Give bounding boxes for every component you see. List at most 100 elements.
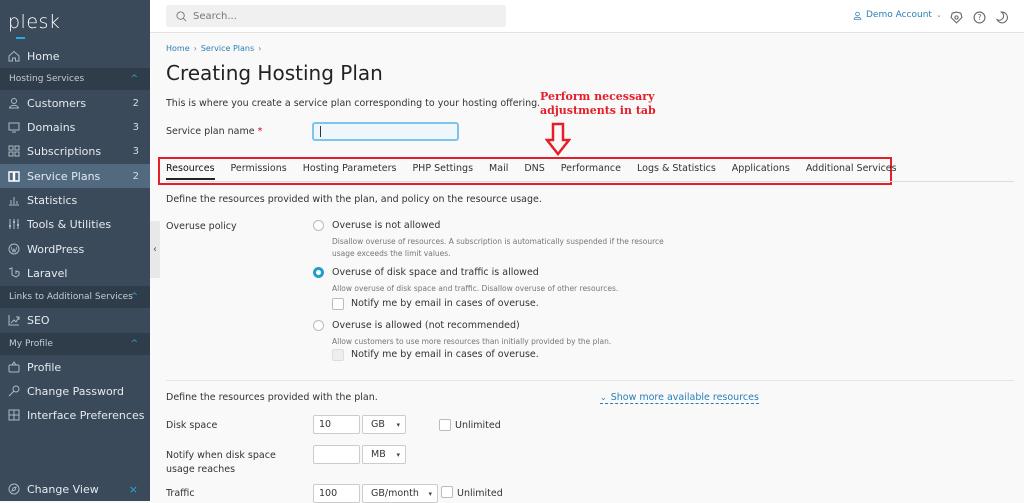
help-icon[interactable]: ? <box>973 9 986 24</box>
service-plan-name-input[interactable] <box>312 122 459 141</box>
tab-applications[interactable]: Applications <box>732 163 790 180</box>
count-badge: 2 <box>132 97 139 109</box>
option-label[interactable]: Overuse is not allowed <box>332 220 440 231</box>
sidebar-item-seo[interactable]: SEO <box>0 308 150 332</box>
notify-label: Notify me by email in cases of overuse. <box>351 349 539 360</box>
traffic-unit-select[interactable]: GB/month ▾ <box>362 484 438 503</box>
user-icon <box>853 11 862 20</box>
section-label: Links to Additional Services <box>9 292 133 302</box>
sidebar-item-profile[interactable]: Profile <box>0 355 150 379</box>
sidebar-item-laravel[interactable]: Laravel <box>0 261 150 285</box>
dark-mode-icon[interactable] <box>995 9 1009 24</box>
search-input[interactable]: Search... <box>166 5 506 27</box>
sliders-icon <box>8 218 20 230</box>
sidebar-item-wordpress[interactable]: WordPress <box>0 237 150 261</box>
radio-overuse-disk-traffic[interactable] <box>313 267 324 278</box>
account-name: Demo Account <box>866 10 932 20</box>
tab-bar: Resources Permissions Hosting Parameters… <box>166 163 913 180</box>
section-label: My Profile <box>9 339 53 349</box>
tab-mail[interactable]: Mail <box>489 163 508 180</box>
section-divider <box>166 380 1014 381</box>
unlimited-label: Unlimited <box>455 420 501 431</box>
seo-chart-icon <box>8 314 20 326</box>
notify-disk-unit-select[interactable]: MB ▾ <box>362 445 406 464</box>
laravel-icon <box>8 267 20 279</box>
sidebar-item-label: Profile <box>27 360 62 374</box>
change-view-button[interactable]: Change View × <box>0 477 150 501</box>
disk-space-input[interactable]: 10 <box>313 415 360 434</box>
sidebar-item-statistics[interactable]: Statistics <box>0 188 150 212</box>
tab-performance[interactable]: Performance <box>561 163 621 180</box>
section-links-additional[interactable]: Links to Additional Services ^ <box>0 286 150 308</box>
tab-additional-services[interactable]: Additional Services <box>806 163 897 180</box>
svg-text:?: ? <box>977 13 981 22</box>
user-icon <box>8 97 20 109</box>
plan-name-label: Service plan name * <box>166 126 263 137</box>
notify-disk-input[interactable] <box>313 445 360 464</box>
breadcrumb-home[interactable]: Home <box>166 44 190 53</box>
annotation-text: Perform necessary adjustments in tab <box>540 90 656 117</box>
disk-space-unit-select[interactable]: GB ▾ <box>362 415 406 434</box>
sidebar-item-tools-utilities[interactable]: Tools & Utilities <box>0 212 150 236</box>
chevron-down-icon: ▾ <box>396 450 400 459</box>
extensions-icon[interactable] <box>950 9 963 24</box>
compass-icon <box>8 483 20 495</box>
section-hosting-services[interactable]: Hosting Services ^ <box>0 68 150 90</box>
traffic-label: Traffic <box>166 488 195 499</box>
close-icon[interactable]: × <box>129 483 138 496</box>
tab-logs-statistics[interactable]: Logs & Statistics <box>637 163 716 180</box>
sidebar-collapse-handle[interactable]: ‹ <box>150 221 160 278</box>
sidebar-item-home[interactable]: Home <box>0 44 150 68</box>
grid-icon <box>8 145 20 157</box>
sidebar-item-customers[interactable]: Customers 2 <box>0 91 150 115</box>
option-label[interactable]: Overuse of disk space and traffic is all… <box>332 267 539 278</box>
section-my-profile[interactable]: My Profile ^ <box>0 333 150 355</box>
sidebar-item-label: Customers <box>27 96 87 110</box>
tab-php-settings[interactable]: PHP Settings <box>412 163 473 180</box>
chevron-up-icon: ^ <box>130 339 138 349</box>
breadcrumb-service-plans[interactable]: Service Plans <box>201 44 254 53</box>
tabs-divider <box>166 181 1014 182</box>
sidebar-item-change-password[interactable]: Change Password <box>0 379 150 403</box>
monitor-icon <box>8 121 20 133</box>
book-icon <box>8 170 20 182</box>
chevron-up-icon: ^ <box>130 74 138 84</box>
option-hint: Allow customers to use more resources th… <box>332 337 612 346</box>
notify-label: Notify me by email in cases of overuse. <box>351 298 539 309</box>
option-hint: Disallow overuse of resources. A subscri… <box>332 237 664 258</box>
radio-overuse-not-allowed[interactable] <box>313 220 324 231</box>
account-menu[interactable]: Demo Account ⌄ <box>853 10 942 20</box>
disk-space-label: Disk space <box>166 420 218 431</box>
count-badge: 2 <box>132 170 139 182</box>
traffic-unlimited-checkbox[interactable] <box>441 486 453 498</box>
sidebar-item-interface-preferences[interactable]: Interface Preferences <box>0 403 150 427</box>
search-placeholder: Search... <box>193 10 237 22</box>
notify-overuse-checkbox[interactable] <box>332 298 344 310</box>
section-label: Hosting Services <box>9 74 85 84</box>
annotation-arrow-icon <box>545 122 571 156</box>
tab-permissions[interactable]: Permissions <box>231 163 287 180</box>
tab-resources[interactable]: Resources <box>166 163 215 180</box>
radio-overuse-allowed[interactable] <box>313 320 324 331</box>
traffic-input[interactable]: 100 <box>313 484 360 503</box>
chevron-left-icon: ‹ <box>153 244 157 255</box>
resources-description: Define the resources provided with the p… <box>166 194 542 205</box>
preferences-icon <box>8 409 20 421</box>
sidebar-item-domains[interactable]: Domains 3 <box>0 115 150 139</box>
topbar: Search... Demo Account ⌄ ? <box>150 0 1024 33</box>
plesk-logo[interactable]: plesk <box>8 11 60 39</box>
disk-space-unlimited-checkbox[interactable] <box>439 419 451 431</box>
notify-disk-label: Notify when disk space usage reaches <box>166 450 276 475</box>
sidebar-item-subscriptions[interactable]: Subscriptions 3 <box>0 139 150 163</box>
key-icon <box>8 385 20 397</box>
search-icon <box>176 10 187 21</box>
option-label[interactable]: Overuse is allowed (not recommended) <box>332 320 520 331</box>
tab-dns[interactable]: DNS <box>524 163 544 180</box>
page-intro: This is where you create a service plan … <box>166 98 541 109</box>
sidebar-item-label: Statistics <box>27 193 78 207</box>
chevron-down-icon: ⌄ <box>600 393 607 402</box>
show-more-resources-link[interactable]: ⌄ Show more available resources <box>600 392 759 404</box>
tab-hosting-parameters[interactable]: Hosting Parameters <box>303 163 397 180</box>
sidebar-item-service-plans[interactable]: Service Plans 2 <box>0 164 150 188</box>
sidebar-item-label: Change View <box>27 482 99 496</box>
